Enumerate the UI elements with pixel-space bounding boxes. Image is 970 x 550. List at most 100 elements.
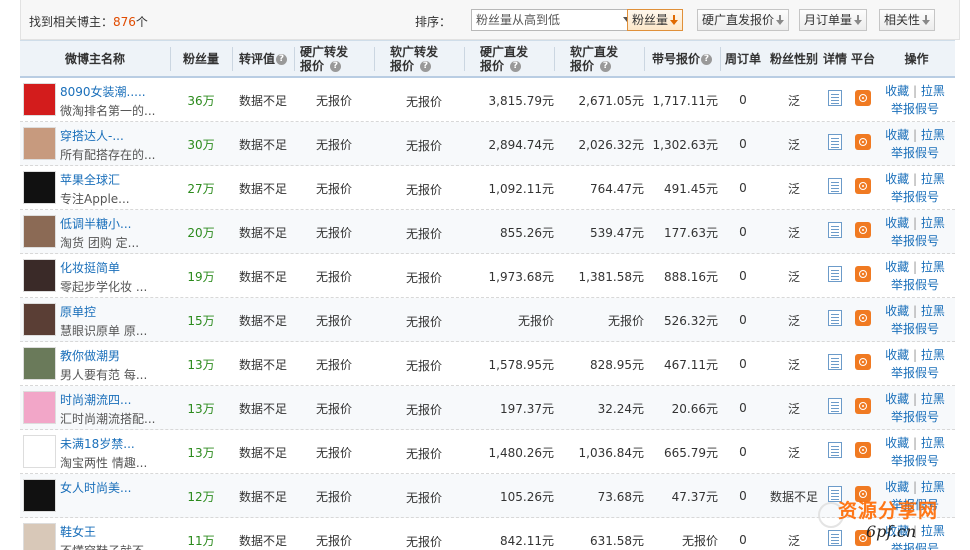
block-link[interactable]: 拉黑 [921,216,945,230]
blogger-name-link[interactable]: 女人时尚美... [60,479,131,496]
blogger-name-link[interactable]: 苹果全球汇 [60,171,120,188]
actions-line-1: 收藏 | 拉黑 [880,82,950,100]
sort-by-relevance-button[interactable]: 相关性 [879,9,936,31]
blogger-name-link[interactable]: 穿搭达人-... [60,127,124,144]
block-link[interactable]: 拉黑 [921,524,945,538]
help-icon[interactable]: ? [276,53,287,65]
favorite-link[interactable]: 收藏 [885,304,909,318]
blogger-name-link[interactable]: 化妆挺简单 [60,259,120,276]
blogger-name-link[interactable]: 教你做潮男 [60,347,120,364]
detail-document-icon[interactable] [828,178,842,194]
block-link[interactable]: 拉黑 [921,480,945,494]
fans-gender: 数据不足 [769,489,818,504]
detail-document-icon[interactable] [828,134,842,150]
hard-forward-price: 无报价 [315,137,352,152]
results-count: 找到相关博主：876个 [29,13,148,30]
fans-gender: 泛 [787,225,800,240]
weibo-platform-icon [855,530,871,546]
help-icon[interactable]: ? [701,53,712,65]
detail-document-icon[interactable] [828,442,842,458]
favorite-link[interactable]: 收藏 [885,216,909,230]
weibo-platform-icon [855,398,871,414]
blogger-name-link[interactable]: 未满18岁禁... [60,435,135,452]
avatar[interactable] [23,171,56,204]
favorite-link[interactable]: 收藏 [885,524,909,538]
weekly-orders: 0 [739,445,747,459]
favorite-link[interactable]: 收藏 [885,436,909,450]
report-fake-link[interactable]: 举报假号 [880,364,950,382]
fans-gender: 泛 [787,93,800,108]
blogger-name-link[interactable]: 低调半糖小... [60,215,131,232]
report-fake-link[interactable]: 举报假号 [880,408,950,426]
avatar[interactable] [23,127,56,160]
detail-cell [822,166,848,210]
divider [464,47,465,71]
block-link[interactable]: 拉黑 [921,304,945,318]
avatar[interactable] [23,391,56,424]
detail-document-icon[interactable] [828,354,842,370]
help-icon[interactable]: ? [420,60,431,72]
col-label: 微博主名称 [64,52,125,66]
detail-document-icon[interactable] [828,310,842,326]
report-fake-link[interactable]: 举报假号 [880,452,950,470]
favorite-link[interactable]: 收藏 [885,480,909,494]
avatar[interactable] [23,215,56,248]
detail-document-icon[interactable] [828,530,842,546]
block-link[interactable]: 拉黑 [921,260,945,274]
block-link[interactable]: 拉黑 [921,128,945,142]
report-fake-link[interactable]: 举报假号 [880,100,950,118]
blogger-name-link[interactable]: 原单控 [60,303,96,320]
avatar[interactable] [23,303,56,336]
avatar[interactable] [23,347,56,380]
favorite-link[interactable]: 收藏 [885,260,909,274]
hard-forward-price: 无报价 [315,357,352,372]
account-price: 1,302.63元 [652,137,718,152]
report-fake-link[interactable]: 举报假号 [880,540,950,550]
sort-select[interactable]: 粉丝量从高到低 [471,9,637,31]
soft-forward-price: 无报价 [405,359,442,373]
sort-by-monthly-orders-button[interactable]: 月订单量 [799,9,868,31]
report-fake-link[interactable]: 举报假号 [880,496,950,514]
col-account-price: 带号报价? [644,41,720,77]
favorite-link[interactable]: 收藏 [885,172,909,186]
platform-cell [848,166,878,210]
block-link[interactable]: 拉黑 [921,436,945,450]
report-fake-link[interactable]: 举报假号 [880,232,950,250]
hard-post-price: 3,815.79元 [488,93,554,108]
detail-document-icon[interactable] [828,266,842,282]
block-link[interactable]: 拉黑 [921,84,945,98]
soft-post-price: 32.24元 [597,401,644,416]
report-fake-link[interactable]: 举报假号 [880,276,950,294]
avatar[interactable] [23,479,56,512]
help-icon[interactable]: ? [330,60,341,72]
help-icon[interactable]: ? [600,60,611,72]
detail-document-icon[interactable] [828,222,842,238]
favorite-link[interactable]: 收藏 [885,392,909,406]
help-icon[interactable]: ? [510,60,521,72]
detail-document-icon[interactable] [828,486,842,502]
block-link[interactable]: 拉黑 [921,392,945,406]
blogger-name-link[interactable]: 时尚潮流四... [60,391,131,408]
blogger-name-link[interactable]: 鞋女王 [60,523,96,540]
fans-count: 12万 [187,489,215,504]
report-fake-link[interactable]: 举报假号 [880,188,950,206]
weibo-platform-icon [855,442,871,458]
blogger-name-link[interactable]: 8090女装潮..... [60,83,146,100]
avatar[interactable] [23,435,56,468]
block-link[interactable]: 拉黑 [921,348,945,362]
block-link[interactable]: 拉黑 [921,172,945,186]
col-label: 粉丝性别 [769,52,818,66]
favorite-link[interactable]: 收藏 [885,348,909,362]
detail-document-icon[interactable] [828,398,842,414]
report-fake-link[interactable]: 举报假号 [880,320,950,338]
avatar[interactable] [23,523,56,550]
fans-count: 13万 [187,445,215,460]
sort-by-hard-post-price-button[interactable]: 硬广直发报价 [697,9,790,31]
sort-by-fans-button[interactable]: 粉丝量 [627,9,684,31]
avatar[interactable] [23,83,56,116]
favorite-link[interactable]: 收藏 [885,84,909,98]
detail-document-icon[interactable] [828,90,842,106]
favorite-link[interactable]: 收藏 [885,128,909,142]
report-fake-link[interactable]: 举报假号 [880,144,950,162]
avatar[interactable] [23,259,56,292]
